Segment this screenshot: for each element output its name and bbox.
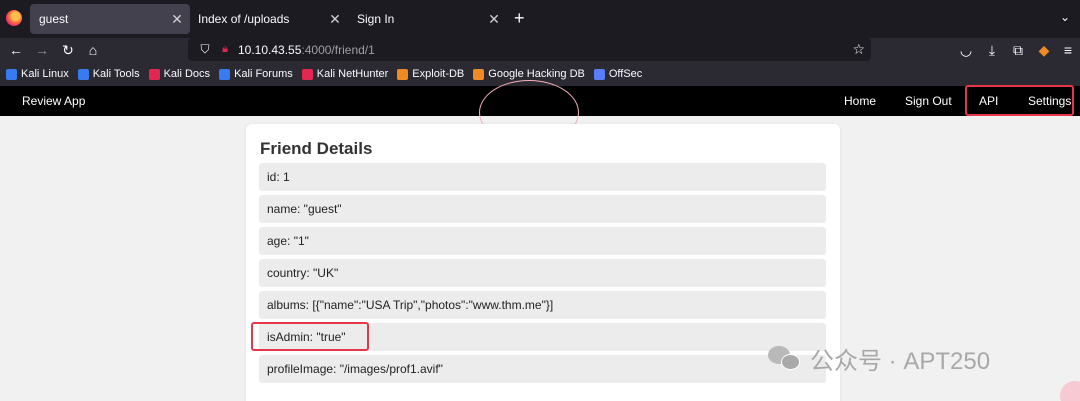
bookmark-google-hacking-db[interactable]: Google Hacking DB (473, 68, 585, 80)
shield-icon[interactable]: ⛉ (194, 42, 216, 57)
tab-sign-in[interactable]: Sign In ✕ (357, 4, 507, 34)
back-icon[interactable]: ← (6, 40, 26, 60)
detail-row-name: name: "guest" (259, 195, 826, 223)
bookmark-label: Kali Forums (234, 68, 293, 80)
kali-icon (6, 68, 17, 80)
bookmark-label: Kali NetHunter (316, 68, 389, 80)
bookmark-label: Kali Tools (92, 68, 140, 80)
tab-guest[interactable]: guest ✕ (30, 4, 190, 34)
bookmark-kali-docs[interactable]: Kali Docs (148, 68, 211, 80)
nethunter-icon (301, 68, 313, 80)
close-icon[interactable]: ✕ (326, 11, 344, 28)
home-icon[interactable]: ⌂ (83, 40, 103, 60)
close-icon[interactable]: ✕ (485, 11, 503, 28)
highlight-box (965, 85, 1074, 116)
browser-toolbar: ← → ↻ ⌂ ⛉ 🔒︎ 10.10.43.55:4000/friend/1 ☆… (0, 38, 1080, 62)
app-brand[interactable]: Review App (22, 94, 85, 108)
detail-row-age: age: "1" (259, 227, 826, 255)
menu-icon[interactable]: ≡ (1058, 40, 1078, 60)
reload-icon[interactable]: ↻ (58, 40, 78, 60)
browser-tab-bar: guest ✕ Index of /uploads ✕ Sign In ✕ + … (0, 0, 1080, 38)
kali-docs-icon (148, 68, 160, 80)
kali-tools-icon (77, 68, 89, 80)
bookmark-label: Kali Docs (163, 68, 211, 80)
tab-index-uploads[interactable]: Index of /uploads ✕ (198, 4, 348, 34)
watermark: 公众号 · APT250 (768, 341, 990, 376)
extensions-icon[interactable]: ⧉ (1008, 40, 1028, 60)
firefox-icon[interactable] (6, 10, 22, 26)
bookmark-kali-nethunter[interactable]: Kali NetHunter (301, 68, 389, 80)
offsec-icon (593, 68, 605, 80)
lock-icon[interactable]: 🔒︎ (216, 43, 234, 56)
detail-row-profile-image: profileImage: "/images/prof1.avif" (259, 355, 826, 383)
forward-icon[interactable]: → (32, 40, 52, 60)
bookmark-label: Exploit-DB (412, 68, 465, 80)
nav-home-link[interactable]: Home (844, 94, 876, 108)
detail-row-country: country: "UK" (259, 259, 826, 287)
url-bar[interactable]: ⛉ 🔒︎ 10.10.43.55:4000/friend/1 ☆ (188, 38, 871, 61)
chevron-down-icon[interactable]: ⌄ (1060, 10, 1070, 24)
close-icon[interactable]: ✕ (168, 11, 186, 28)
new-tab-button[interactable]: + (514, 9, 525, 27)
url-path: :4000/friend/1 (301, 42, 375, 57)
tab-label: guest (39, 12, 69, 26)
tab-label: Sign In (357, 12, 395, 26)
wechat-icon (768, 345, 802, 372)
floating-action-button[interactable] (1060, 381, 1080, 401)
bookmark-kali-linux[interactable]: Kali Linux (6, 68, 69, 80)
pocket-icon[interactable]: ◡ (956, 40, 976, 60)
bookmark-kali-tools[interactable]: Kali Tools (77, 68, 140, 80)
nav-signout-link[interactable]: Sign Out (905, 94, 952, 108)
bookmark-star-icon[interactable]: ☆ (852, 41, 865, 58)
tab-label: Index of /uploads (198, 12, 290, 26)
bookmark-label: OffSec (608, 68, 643, 80)
bookmark-offsec[interactable]: OffSec (593, 68, 643, 80)
friend-details-card: Friend Details id: 1 name: "guest" age: … (246, 124, 840, 401)
detail-row-id: id: 1 (259, 163, 826, 191)
foxyproxy-icon[interactable]: ◆ (1034, 40, 1054, 60)
watermark-text: 公众号 · APT250 (810, 348, 991, 375)
exploit-db-icon (397, 68, 409, 80)
url-host: 10.10.43.55 (238, 42, 302, 57)
ghdb-icon (473, 68, 485, 80)
bookmark-label: Kali Linux (21, 68, 69, 80)
kali-forums-icon (219, 68, 231, 80)
page-title: Friend Details (260, 139, 373, 158)
highlight-box (251, 322, 369, 351)
bookmark-exploit-db[interactable]: Exploit-DB (397, 68, 464, 80)
download-icon[interactable]: ⤓ (982, 40, 1002, 60)
detail-row-albums: albums: [{"name":"USA Trip","photos":"ww… (259, 291, 826, 319)
bookmark-kali-forums[interactable]: Kali Forums (219, 68, 293, 80)
bookmark-label: Google Hacking DB (488, 68, 585, 80)
